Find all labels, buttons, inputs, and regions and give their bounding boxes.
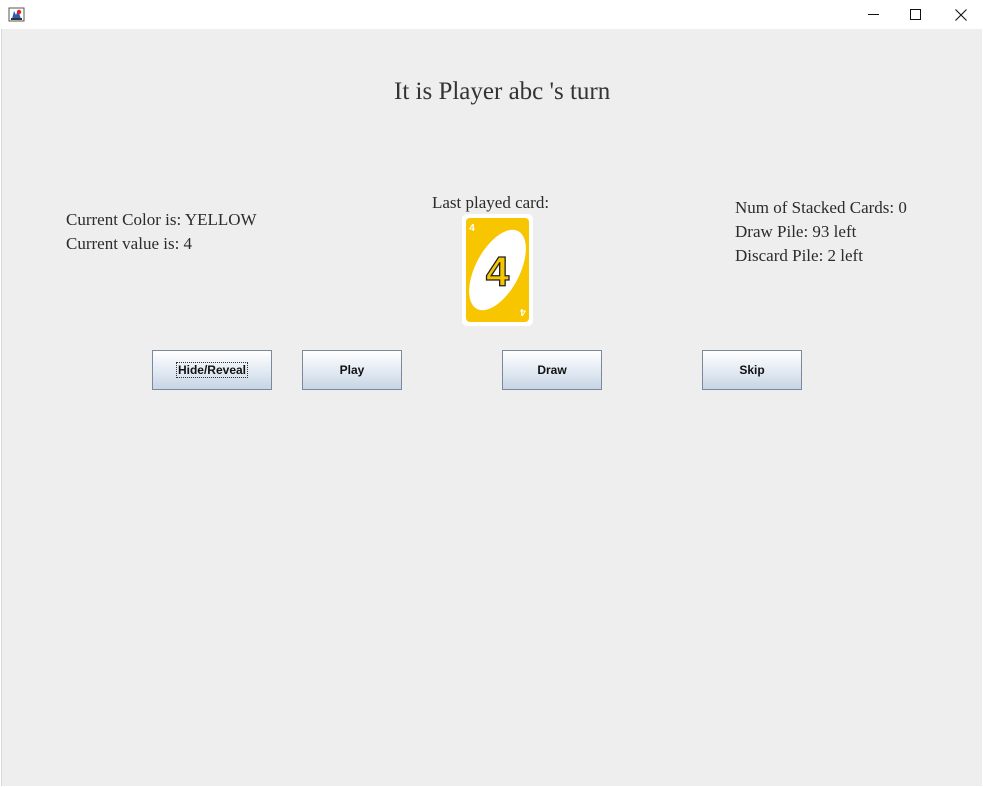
skip-label: Skip [739,363,765,377]
maximize-icon [909,9,921,20]
card-corner-value-top: 4 [469,223,475,234]
java-cup-icon[interactable] [8,6,25,23]
close-icon [955,8,967,21]
uno-card-4-yellow: 4 4 4 [466,218,529,322]
current-value-label: Current value is: 4 [66,234,193,253]
draw-pile-label: Draw Pile: 93 left [735,222,857,241]
last-played-card: 4 4 4 [462,214,533,326]
minimize-button[interactable] [850,0,896,29]
turn-title: It is Player abc 's turn [394,78,611,105]
game-panel: It is Player abc 's turn Current Color i… [1,29,982,786]
draw-label: Draw [537,363,567,377]
play-label: Play [339,363,365,377]
card-corner-value-bottom: 4 [520,306,526,317]
title-bar [0,0,983,29]
draw-button[interactable]: Draw [502,350,602,390]
minimize-icon [867,14,879,15]
hide-reveal-button[interactable]: Hide/Reveal [152,350,272,390]
play-button[interactable]: Play [302,350,402,390]
stacked-cards-label: Num of Stacked Cards: 0 [735,198,907,217]
skip-button[interactable]: Skip [702,350,802,390]
close-button[interactable] [938,0,983,29]
last-played-label: Last played card: [432,193,550,212]
hide-reveal-label: Hide/Reveal [175,362,249,378]
current-color-label: Current Color is: YELLOW [66,210,257,229]
maximize-button[interactable] [892,0,938,29]
discard-pile-label: Discard Pile: 2 left [735,246,863,265]
card-center-value: 4 [486,248,510,295]
